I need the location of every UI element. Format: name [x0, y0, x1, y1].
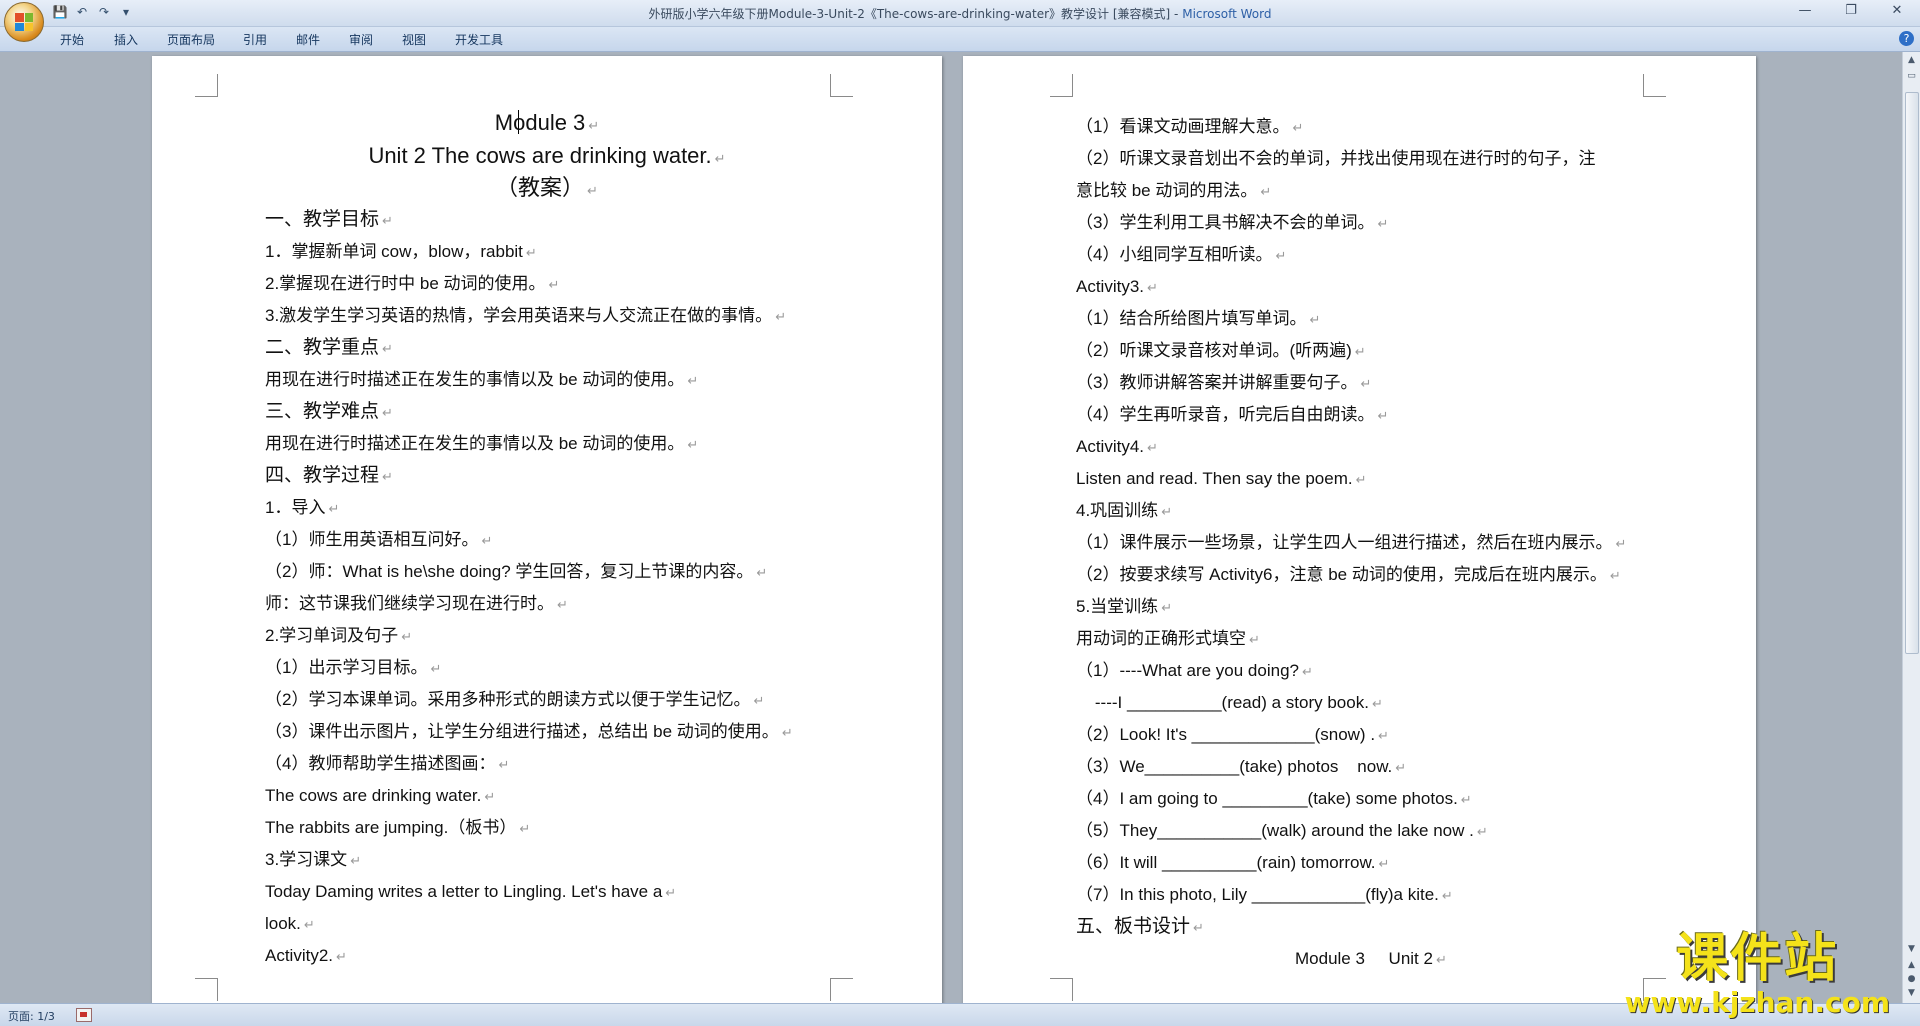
proofing-status-icon[interactable]: [76, 1008, 92, 1022]
watermark-text: 课件站: [1676, 929, 1839, 989]
doc-line[interactable]: （3）课件出示图片，让学生分组进行描述，总结出 be 动词的使用。 ↵: [265, 721, 793, 744]
doc-line[interactable]: The cows are drinking water. ↵: [265, 785, 495, 808]
watermark-logo: 课件站 www.kjzhan.com: [1625, 930, 1890, 1018]
crop-mark: [830, 74, 853, 97]
doc-line[interactable]: （3）教师讲解答案并讲解重要句子。 ↵: [1076, 372, 1371, 395]
doc-line[interactable]: （2）师：What is he\she doing? 学生回答，复习上节课的内容…: [265, 561, 767, 584]
doc-line[interactable]: （1）----What are you doing? ↵: [1076, 660, 1313, 683]
doc-line[interactable]: （4）I am going to _________(take) some ph…: [1076, 788, 1472, 811]
tab-view[interactable]: 视图: [402, 31, 426, 48]
window-controls: — ❐ ✕: [1782, 0, 1920, 22]
doc-line[interactable]: Today Daming writes a letter to Lingling…: [265, 881, 676, 904]
minimize-button[interactable]: —: [1782, 0, 1828, 22]
doc-line[interactable]: 用现在进行时描述正在发生的事情以及 be 动词的使用。 ↵: [265, 369, 698, 392]
crop-mark: [1050, 74, 1073, 97]
doc-line[interactable]: （1）课件展示一些场景，让学生四人一组进行描述，然后在班内展示。 ↵: [1076, 532, 1626, 555]
doc-line[interactable]: （6）It will __________(rain) tomorrow. ↵: [1076, 852, 1389, 875]
doc-line[interactable]: （1）师生用英语相互问好。 ↵: [265, 529, 492, 552]
doc-line[interactable]: （5）They___________(walk) around the lake…: [1076, 820, 1488, 843]
doc-line[interactable]: （3）学生利用工具书解决不会的单词。 ↵: [1076, 212, 1388, 235]
document-page-1[interactable]: Module 3 ↵ Unit 2 The cows are drinking w…: [152, 56, 942, 1003]
crop-mark: [1050, 978, 1073, 1001]
doc-line[interactable]: 3.学习课文 ↵: [265, 849, 361, 872]
doc-line[interactable]: （4）学生再听录音，听完后自由朗读。 ↵: [1076, 404, 1388, 427]
doc-line[interactable]: 用动词的正确形式填空 ↵: [1076, 628, 1260, 651]
doc-line[interactable]: 意比较 be 动词的用法。 ↵: [1076, 180, 1271, 203]
document-title: 外研版小学六年级下册Module-3-Unit-2《The-cows-are-d…: [648, 7, 1179, 21]
ribbon-tabs: 开始 插入 页面布局 引用 邮件 审阅 视图 开发工具: [0, 27, 1920, 52]
doc-line[interactable]: Unit 2 The cows are drinking water. ↵: [152, 145, 942, 170]
tab-page-layout[interactable]: 页面布局: [167, 31, 215, 48]
app-name: Microsoft Word: [1182, 7, 1272, 21]
doc-line[interactable]: 1．掌握新单词 cow，blow，rabbit ↵: [265, 241, 537, 264]
crop-mark: [195, 978, 218, 1001]
doc-line[interactable]: Module 3 Unit 2 ↵: [1295, 948, 1447, 971]
page-indicator[interactable]: 页面: 1/3: [8, 1008, 55, 1024]
doc-line[interactable]: （3）We__________(take) photos now. ↵: [1076, 756, 1406, 779]
doc-line[interactable]: （4）小组同学互相听读。 ↵: [1076, 244, 1286, 267]
doc-line[interactable]: 1．导入 ↵: [265, 497, 339, 520]
doc-heading[interactable]: 五、板书设计 ↵: [1076, 916, 1204, 939]
doc-line[interactable]: （1）出示学习目标。 ↵: [265, 657, 441, 680]
scroll-up-arrow-icon[interactable]: ▲: [1903, 52, 1920, 68]
previous-page-icon[interactable]: ▲: [1903, 958, 1920, 972]
vertical-scrollbar[interactable]: ▲ ▭ ▼ ▲ ● ▼: [1902, 52, 1920, 1003]
ruler-toggle-icon[interactable]: ▭: [1903, 68, 1920, 84]
close-button[interactable]: ✕: [1874, 0, 1920, 22]
watermark-url: www.kjzhan.com: [1624, 986, 1890, 1019]
crop-mark: [1643, 74, 1666, 97]
office-button[interactable]: [4, 2, 44, 42]
doc-line[interactable]: look. ↵: [265, 913, 315, 936]
document-page-2[interactable]: （1）看课文动画理解大意。 ↵ （2）听课文录音划出不会的单词，并找出使用现在进行…: [963, 56, 1756, 1003]
office-logo-icon: [15, 13, 33, 31]
doc-line[interactable]: （2）听课文录音划出不会的单词，并找出使用现在进行时的句子，注: [1076, 148, 1595, 170]
tab-insert[interactable]: 插入: [114, 31, 138, 48]
doc-line[interactable]: （教案） ↵: [152, 177, 942, 202]
help-icon[interactable]: ?: [1899, 31, 1914, 46]
doc-heading[interactable]: 二、教学重点 ↵: [265, 337, 393, 360]
doc-line[interactable]: 师：这节课我们继续学习现在进行时。 ↵: [265, 593, 568, 616]
doc-line[interactable]: Module 3 ↵: [152, 112, 942, 137]
doc-line[interactable]: （1）看课文动画理解大意。 ↵: [1076, 116, 1303, 139]
maximize-button[interactable]: ❐: [1828, 0, 1874, 22]
crop-mark: [195, 74, 218, 97]
scroll-down-arrow-icon[interactable]: ▼: [1903, 942, 1920, 956]
doc-line[interactable]: 5.当堂训练 ↵: [1076, 596, 1172, 619]
doc-line[interactable]: （1）结合所给图片填写单词。 ↵: [1076, 308, 1320, 331]
doc-line[interactable]: 4.巩固训练 ↵: [1076, 500, 1172, 523]
tab-mailings[interactable]: 邮件: [296, 31, 320, 48]
doc-heading[interactable]: 四、教学过程 ↵: [265, 465, 393, 488]
doc-line[interactable]: 用现在进行时描述正在发生的事情以及 be 动词的使用。 ↵: [265, 433, 698, 456]
doc-line[interactable]: （2）按要求续写 Activity6，注意 be 动词的使用，完成后在班内展示。…: [1076, 564, 1621, 587]
doc-heading[interactable]: 三、教学难点 ↵: [265, 401, 393, 424]
doc-line[interactable]: 3.激发学生学习英语的热情，学会用英语来与人交流正在做的事情。 ↵: [265, 305, 786, 328]
doc-line[interactable]: （2）听课文录音核对单词。(听两遍) ↵: [1076, 340, 1366, 363]
doc-line[interactable]: 2.掌握现在进行时中 be 动词的使用。 ↵: [265, 273, 559, 296]
browse-object-icon[interactable]: ●: [1903, 972, 1920, 986]
document-area[interactable]: Module 3 ↵ Unit 2 The cows are drinking w…: [0, 52, 1903, 1003]
tab-references[interactable]: 引用: [243, 31, 267, 48]
crop-mark: [830, 978, 853, 1001]
next-page-icon[interactable]: ▼: [1903, 986, 1920, 1000]
doc-line[interactable]: （2）Look! It's _____________(snow) . ↵: [1076, 724, 1389, 747]
doc-line[interactable]: ----I __________(read) a story book. ↵: [1076, 692, 1383, 715]
tab-home[interactable]: 开始: [60, 31, 84, 48]
doc-line[interactable]: 2.学习单词及句子 ↵: [265, 625, 412, 648]
doc-line[interactable]: （4）教师帮助学生描述图画： ↵: [265, 753, 509, 776]
window-title: 外研版小学六年级下册Module-3-Unit-2《The-cows-are-d…: [0, 5, 1920, 22]
doc-line[interactable]: The rabbits are jumping.（板书） ↵: [265, 817, 530, 840]
doc-line[interactable]: Activity2. ↵: [265, 945, 347, 968]
doc-line[interactable]: Activity4. ↵: [1076, 436, 1158, 459]
tab-review[interactable]: 审阅: [349, 31, 373, 48]
title-bar: 💾 ↶ ↷ ▾ 外研版小学六年级下册Module-3-Unit-2《The-co…: [0, 0, 1920, 42]
tab-developer[interactable]: 开发工具: [455, 31, 503, 48]
scrollbar-thumb[interactable]: [1905, 92, 1919, 654]
doc-line[interactable]: （2）学习本课单词。采用多种形式的朗读方式以便于学生记忆。 ↵: [265, 689, 764, 712]
doc-line[interactable]: Activity3. ↵: [1076, 276, 1158, 299]
doc-heading[interactable]: 一、教学目标 ↵: [265, 209, 393, 232]
doc-line[interactable]: Listen and read. Then say the poem. ↵: [1076, 468, 1367, 491]
doc-line[interactable]: （7）In this photo, Lily ____________(fly)…: [1076, 884, 1453, 907]
